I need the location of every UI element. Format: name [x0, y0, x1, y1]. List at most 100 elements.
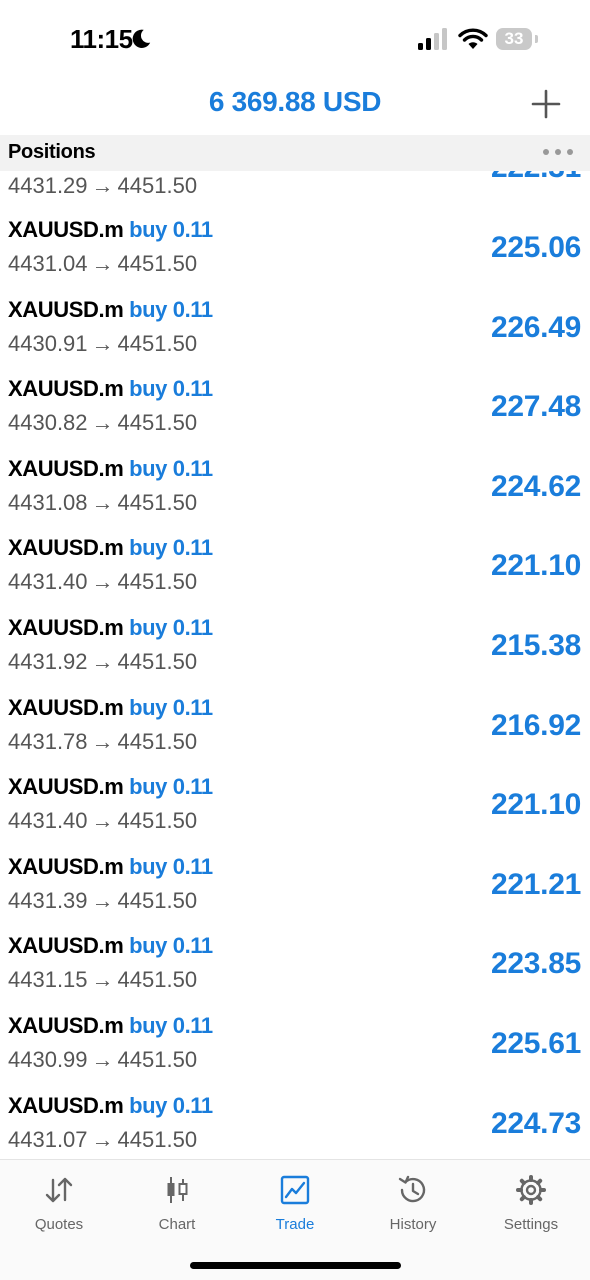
current-price: 4451.50	[117, 648, 198, 674]
trade-line-chart-icon	[280, 1175, 310, 1205]
price-line: 4431.92 → 4451.50	[8, 649, 197, 675]
position-volume: 0.11	[172, 1012, 213, 1038]
symbol-line: XAUUSD.m buy 0.11	[8, 297, 213, 323]
price-line: 4431.07 → 4451.50	[8, 1127, 197, 1153]
home-indicator[interactable]	[190, 1262, 401, 1269]
tab-label: Chart	[158, 1216, 196, 1233]
current-price: 4451.50	[117, 569, 198, 595]
position-type: buy	[129, 933, 168, 959]
plus-icon[interactable]	[530, 88, 562, 120]
position-type: buy	[129, 217, 168, 242]
position-row[interactable]: XAUUSD.m buy 0.11 4431.40 → 4451.50 221.10	[0, 768, 590, 848]
arrow-right-icon: →	[91, 1046, 114, 1072]
ellipsis-icon[interactable]	[542, 145, 574, 159]
position-type: buy	[129, 535, 168, 561]
position-row[interactable]: XAUUSD.m buy 0.11 4431.92 → 4451.50 215.38	[0, 609, 590, 689]
arrow-right-icon: →	[91, 173, 114, 198]
price-line: 4431.08 → 4451.50	[8, 490, 197, 516]
price-line: 4431.78 → 4451.50	[8, 729, 197, 755]
symbol-line: XAUUSD.m buy 0.11	[8, 1013, 213, 1039]
account-balance[interactable]: 6 369.88 USD	[0, 86, 590, 118]
symbol-line: XAUUSD.m buy 0.11	[8, 854, 213, 880]
open-price: 4431.04	[8, 251, 88, 276]
price-line: 4430.91 → 4451.50	[8, 331, 197, 357]
tab-quotes[interactable]: Quotes	[0, 1174, 118, 1244]
open-price: 4431.08	[8, 489, 88, 515]
price-line: 4430.99 → 4451.50	[8, 1047, 197, 1073]
position-profit: 222.31	[491, 171, 581, 185]
gear-icon	[516, 1175, 546, 1205]
arrow-right-icon: →	[91, 648, 114, 674]
moon-icon	[132, 29, 151, 48]
position-row[interactable]: XAUUSD.m buy 0.11 4431.15 → 4451.50 223.85	[0, 927, 590, 1007]
position-row[interactable]: XAUUSD.m buy 0.11 4431.08 → 4451.50 224.62	[0, 450, 590, 530]
position-volume: 0.11	[172, 535, 213, 561]
history-clock-icon	[398, 1175, 426, 1203]
current-price: 4451.50	[117, 410, 198, 436]
position-row-partial[interactable]: 4431.29→4451.50 222.31	[0, 171, 590, 211]
position-volume: 0.11	[172, 694, 213, 720]
open-price: 4431.15	[8, 967, 88, 993]
position-type: buy	[129, 296, 168, 322]
symbol-line: XAUUSD.m buy 0.11	[8, 933, 213, 959]
position-volume: 0.11	[172, 376, 213, 402]
arrow-right-icon: →	[91, 569, 114, 595]
open-price: 4431.92	[8, 648, 88, 674]
position-profit: 221.10	[491, 788, 581, 822]
symbol-line: XAUUSD.m buy 0.11	[8, 774, 213, 800]
section-title: Positions	[8, 141, 96, 163]
position-row[interactable]: XAUUSD.m buy 0.11 4431.39 → 4451.50 221.21	[0, 848, 590, 928]
price-line: 4431.04 → 4451.50	[8, 251, 197, 277]
position-type: buy	[129, 614, 168, 640]
candlestick-chart-icon	[167, 1177, 188, 1203]
arrow-right-icon: →	[91, 330, 114, 356]
position-symbol: XAUUSD.m	[8, 933, 124, 959]
position-row[interactable]: XAUUSD.m buy 0.11 4430.99 → 4451.50 225.61	[0, 1007, 590, 1087]
current-price: 4451.50	[117, 173, 198, 198]
position-row[interactable]: XAUUSD.m buy 0.11 4430.82 → 4451.50 227.48	[0, 370, 590, 450]
price-line: 4431.40 → 4451.50	[8, 808, 197, 834]
open-price: 4430.99	[8, 1046, 88, 1072]
arrow-right-icon: →	[91, 728, 114, 754]
tab-label: Settings	[503, 1216, 559, 1233]
symbol-line: XAUUSD.m buy 0.11	[8, 535, 213, 561]
open-price: 4431.39	[8, 887, 88, 913]
price-line: 4430.82 → 4451.50	[8, 410, 197, 436]
status-bar: 11:15 33	[0, 0, 590, 80]
position-profit: 223.85	[491, 947, 581, 981]
tab-settings[interactable]: Settings	[472, 1174, 590, 1244]
position-symbol: XAUUSD.m	[8, 853, 124, 879]
position-volume: 0.11	[172, 217, 213, 242]
position-symbol: XAUUSD.m	[8, 774, 124, 800]
position-volume: 0.11	[172, 614, 213, 640]
position-profit: 215.38	[491, 628, 581, 662]
position-row[interactable]: XAUUSD.m buy 0.11 4431.78 → 4451.50 216.92	[0, 689, 590, 769]
arrow-right-icon: →	[91, 808, 114, 834]
positions-list[interactable]: 4431.29→4451.50 222.31 XAUUSD.m buy 0.11…	[0, 171, 590, 1159]
position-volume: 0.11	[172, 455, 213, 481]
symbol-line: XAUUSD.m buy 0.11	[8, 1093, 213, 1119]
positions-section-header: Positions	[0, 135, 590, 171]
quotes-arrows-icon	[45, 1177, 73, 1203]
open-price: 4431.07	[8, 1126, 88, 1152]
tab-chart[interactable]: Chart	[118, 1174, 236, 1244]
tab-trade[interactable]: Trade	[236, 1174, 354, 1244]
position-volume: 0.11	[172, 933, 213, 959]
position-symbol: XAUUSD.m	[8, 614, 124, 640]
position-profit: 227.48	[491, 390, 581, 424]
current-price: 4451.50	[117, 1046, 198, 1072]
position-row[interactable]: XAUUSD.m buy 0.11 4431.40 → 4451.50 221.10	[0, 529, 590, 609]
position-row[interactable]: XAUUSD.m buy 0.11 4431.07 → 4451.50 224.73	[0, 1087, 590, 1159]
position-volume: 0.11	[172, 774, 213, 800]
position-row[interactable]: XAUUSD.m buy 0.11 4431.04 → 4451.50 225.06	[0, 211, 590, 291]
position-volume: 0.11	[172, 853, 213, 879]
position-volume: 0.11	[172, 296, 213, 322]
position-symbol: XAUUSD.m	[8, 1092, 124, 1118]
position-rows: XAUUSD.m buy 0.11 4431.04 → 4451.50 225.06 XA…	[0, 211, 590, 1159]
position-profit: 221.21	[491, 867, 581, 901]
battery-indicator: 33	[496, 28, 532, 50]
arrow-right-icon: →	[91, 489, 114, 515]
arrow-right-icon: →	[91, 251, 114, 276]
position-row[interactable]: XAUUSD.m buy 0.11 4430.91 → 4451.50 226.49	[0, 291, 590, 371]
tab-history[interactable]: History	[354, 1174, 472, 1244]
